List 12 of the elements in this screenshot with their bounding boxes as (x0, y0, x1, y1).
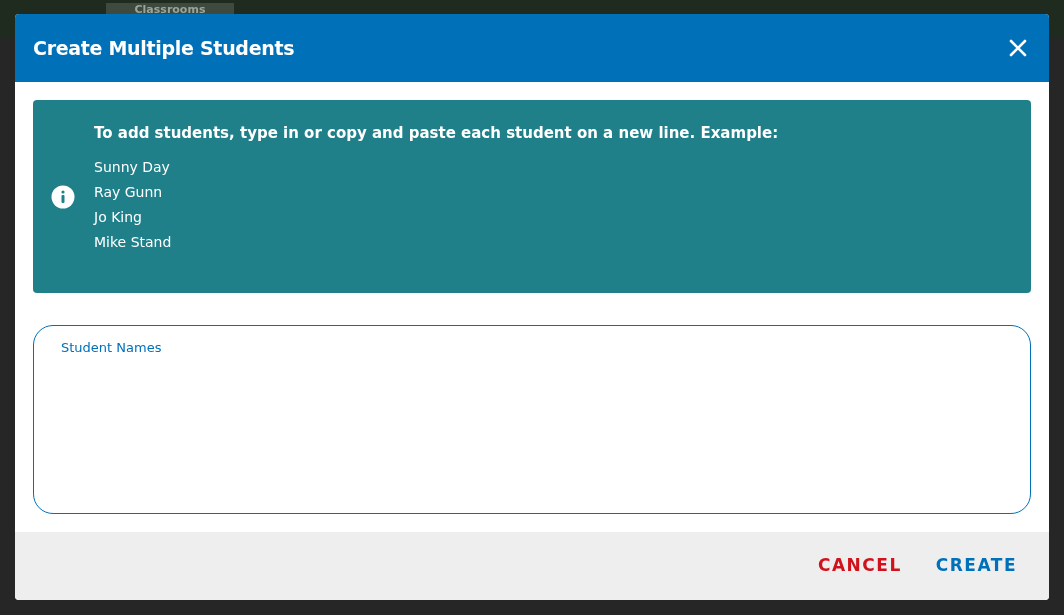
example-name: Mike Stand (94, 232, 173, 252)
info-icon (51, 184, 75, 209)
dialog-title: Create Multiple Students (33, 36, 295, 60)
create-button[interactable]: CREATE (925, 547, 1027, 585)
field-label: Student Names (61, 339, 163, 357)
info-heading: To add students, type in or copy and paste each student on a new line. Example: (94, 123, 779, 144)
example-name: Sunny Day (94, 157, 171, 177)
student-names-field[interactable]: Student Names (33, 325, 1031, 514)
example-name: Jo King (94, 207, 143, 227)
cancel-button[interactable]: CANCEL (807, 547, 912, 585)
close-icon (1009, 39, 1027, 57)
example-name: Ray Gunn (94, 182, 164, 202)
